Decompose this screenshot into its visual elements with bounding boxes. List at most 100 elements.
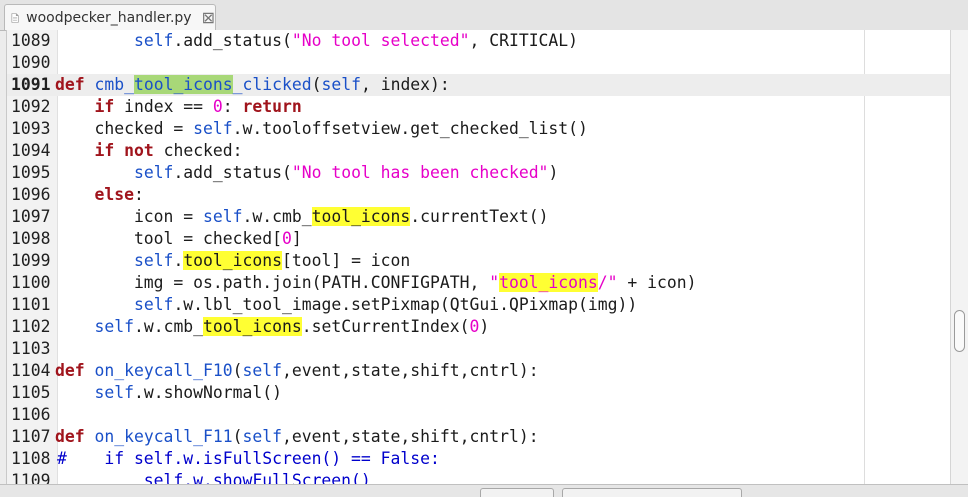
code-token: on_keycall_F11	[94, 427, 233, 446]
code-token: , index):	[360, 75, 450, 94]
code-text: if index == 0: return	[55, 96, 302, 118]
line-number: 1098	[11, 229, 51, 248]
code-token: tool_icons	[133, 75, 233, 94]
code-line[interactable]: 1102 self.w.cmb_tool_icons.setCurrentInd…	[7, 316, 951, 338]
code-text: img = os.path.join(PATH.CONFIGPATH, "too…	[55, 272, 696, 294]
line-number: 1090	[11, 53, 51, 72]
code-text: self.w.showFullScreen()	[55, 470, 371, 484]
code-text: self.w.showNormal()	[55, 382, 282, 404]
code-token: ,event,state,shift,cntrl):	[282, 361, 539, 380]
code-line[interactable]: 1100 img = os.path.join(PATH.CONFIGPATH,…	[7, 272, 951, 294]
code-token: .add_status(	[173, 163, 292, 182]
code-token: 0	[469, 317, 480, 336]
code-line[interactable]: 1099 self.tool_icons[tool] = icon	[7, 250, 951, 272]
code-text: tool = checked[0]	[55, 228, 302, 250]
code-token: .add_status(	[173, 31, 292, 50]
code-line[interactable]: 1089 self.add_status("No tool selected",…	[7, 30, 951, 52]
code-line[interactable]: 1107 def on_keycall_F11(self,event,state,…	[7, 426, 951, 448]
code-token: tool_icons	[183, 251, 282, 270]
line-number: 1097	[11, 207, 51, 226]
code-token: return	[242, 97, 302, 116]
code-line[interactable]: 1098 tool = checked[0]	[7, 228, 951, 250]
code-token: /"	[597, 273, 618, 292]
code-editor[interactable]: 1089 self.add_status("No tool selected",…	[6, 30, 951, 484]
code-token: self	[133, 163, 174, 182]
code-line[interactable]: 1094 if not checked:	[7, 140, 951, 162]
code-text: self.w.cmb_tool_icons.setCurrentIndex(0)	[55, 316, 489, 338]
code-token: .setCurrentIndex(	[301, 317, 470, 336]
scrollbar-thumb[interactable]	[954, 310, 965, 352]
line-number: 1102	[11, 317, 51, 336]
code-token: self	[242, 427, 282, 446]
code-token: :	[133, 185, 144, 204]
code-token: .w.tooloffsetview.get_checked_list()	[232, 119, 588, 138]
code-token: if self.w.isFullScreen() == False:	[55, 449, 440, 468]
tab-woodpecker-handler[interactable]: woodpecker_handler.py ⊠	[4, 4, 216, 30]
line-number: 1106	[11, 405, 51, 424]
line-number: 1108	[11, 449, 51, 468]
code-token: checked =	[55, 119, 194, 138]
code-line[interactable]: 1092 if index == 0: return	[7, 96, 951, 118]
vertical-scrollbar[interactable]	[950, 30, 968, 484]
code-text: self.add_status("No tool selected", CRIT…	[55, 30, 578, 52]
line-number: 1089	[11, 31, 51, 50]
code-line[interactable]: 1096 else:	[7, 184, 951, 206]
code-token: index ==	[114, 97, 213, 116]
code-token: 0	[212, 97, 223, 116]
code-text: if not checked:	[55, 140, 243, 162]
code-token: cmb_	[94, 75, 134, 94]
code-token: checked:	[153, 141, 243, 160]
code-line[interactable]: 1090	[7, 52, 951, 74]
line-number: 1091	[11, 75, 51, 94]
status-bar	[0, 484, 968, 497]
code-text: checked = self.w.tooloffsetview.get_chec…	[55, 118, 588, 140]
line-number: 1096	[11, 185, 51, 204]
code-line[interactable]: 1105 self.w.showNormal()	[7, 382, 951, 404]
code-line[interactable]: 1103	[7, 338, 951, 360]
code-line[interactable]: 1095 self.add_status("No tool has been c…	[7, 162, 951, 184]
line-number: 1092	[11, 97, 51, 116]
line-number: 1093	[11, 119, 51, 138]
code-token: )	[548, 163, 559, 182]
code-token: 0	[281, 229, 292, 248]
code-token: self	[203, 207, 243, 226]
code-line[interactable]: 1101 self.w.lbl_tool_image.setPixmap(QtG…	[7, 294, 951, 316]
code-line[interactable]: 1091 def cmb_tool_icons_clicked(self, ind…	[7, 74, 951, 96]
code-token: :	[222, 97, 243, 116]
code-token: def	[55, 361, 85, 380]
code-text: def on_keycall_F10(self,event,state,shif…	[55, 360, 539, 382]
file-icon	[11, 12, 19, 23]
code-text: self.w.lbl_tool_image.setPixmap(QtGui.QP…	[55, 294, 637, 316]
code-token: )	[479, 317, 490, 336]
code-line[interactable]: 1097 icon = self.w.cmb_tool_icons.curren…	[7, 206, 951, 228]
code-token: if	[94, 97, 115, 116]
close-tab-icon[interactable]: ⊠	[202, 8, 215, 27]
code-token: def	[55, 75, 85, 94]
code-token: img = os.path.join(PATH.CONFIGPATH,	[55, 273, 490, 292]
code-line[interactable]: 1104 def on_keycall_F10(self,event,state,…	[7, 360, 951, 382]
code-text: if self.w.isFullScreen() == False:	[55, 448, 440, 470]
code-token: self	[242, 361, 282, 380]
code-line[interactable]: 1106	[7, 404, 951, 426]
code-token: self.w.showFullScreen()	[55, 471, 371, 484]
line-number: 1100	[11, 273, 51, 292]
code-token: _clicked	[232, 75, 312, 94]
code-token: .w.cmb_	[242, 207, 312, 226]
code-token: self	[94, 383, 134, 402]
code-token: def	[55, 427, 85, 446]
tab-bar: woodpecker_handler.py ⊠	[0, 0, 968, 31]
code-token: [tool] = icon	[282, 251, 411, 270]
code-line[interactable]: 1108 # if self.w.isFullScreen() == False:	[7, 448, 951, 470]
code-token: on_keycall_F10	[94, 361, 233, 380]
code-text: def on_keycall_F11(self,event,state,shif…	[55, 426, 539, 448]
code-line[interactable]: 1093 checked = self.w.tooloffsetview.get…	[7, 118, 951, 140]
code-line[interactable]: 1109 self.w.showFullScreen()	[7, 470, 951, 484]
